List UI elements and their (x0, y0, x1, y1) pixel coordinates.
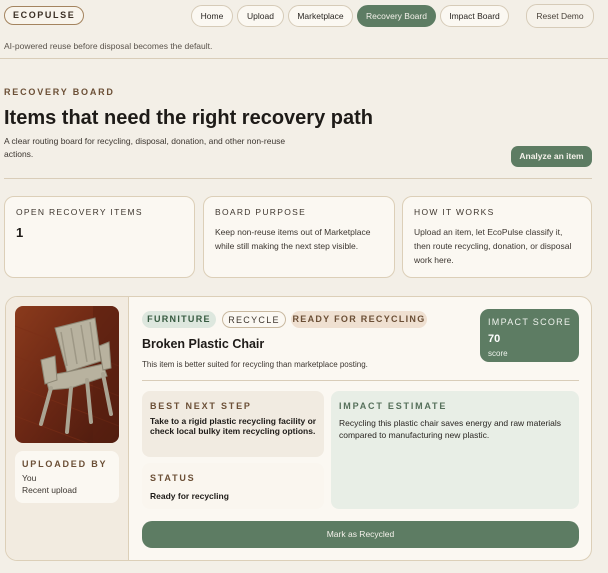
analyze-item-button[interactable]: Analyze an item (511, 146, 592, 167)
uploaded-by-box: UPLOADED BY You Recent upload (15, 451, 119, 503)
open-items-count: 1 (16, 225, 24, 240)
tagline: AI-powered reuse before disposal becomes… (4, 41, 213, 51)
mark-as-recycled-button[interactable]: Mark as Recycled (142, 521, 579, 548)
status-box: STATUS Ready for recycling (142, 463, 324, 509)
page-eyebrow: RECOVERY BOARD (4, 87, 115, 97)
open-items-card: OPEN RECOVERY ITEMS 1 (4, 196, 195, 278)
nav-upload[interactable]: Upload (237, 5, 284, 27)
next-step-box: BEST NEXT STEP Take to a rigid plastic r… (142, 391, 324, 457)
action-tag: RECYCLE (222, 311, 286, 328)
card-text: Keep non-reuse items out of Marketplace … (215, 227, 371, 251)
recovery-item-card: UPLOADED BY You Recent upload FURNITURE … (5, 296, 592, 561)
next-step-text: Take to a rigid plastic recycling facili… (150, 416, 317, 436)
card-label: OPEN RECOVERY ITEMS (16, 207, 143, 217)
divider (142, 380, 579, 381)
next-step-label: BEST NEXT STEP (150, 401, 252, 411)
impact-estimate-text: Recycling this plastic chair saves energ… (339, 418, 562, 440)
reset-demo-button[interactable]: Reset Demo (526, 4, 594, 28)
impact-score-badge: IMPACT SCORE 70 score (480, 309, 579, 362)
nav-home[interactable]: Home (191, 5, 233, 27)
nav-recovery-board[interactable]: Recovery Board (357, 5, 436, 27)
item-description: This item is better suited for recycling… (142, 360, 368, 369)
item-title: Broken Plastic Chair (142, 337, 265, 351)
uploader-name: You (22, 473, 37, 483)
impact-score-value: 70 (488, 333, 501, 345)
brand-logo[interactable]: ECOPULSE (4, 6, 85, 25)
impact-score-label: IMPACT SCORE (488, 317, 572, 327)
card-label: HOW IT WORKS (414, 207, 495, 217)
status-tag: READY FOR RECYCLING (291, 311, 427, 328)
nav-impact-board[interactable]: Impact Board (440, 5, 509, 27)
impact-estimate-box: IMPACT ESTIMATE Recycling this plastic c… (331, 391, 579, 509)
card-label: BOARD PURPOSE (215, 207, 307, 217)
status-text: Ready for recycling (150, 491, 229, 501)
how-it-works-card: HOW IT WORKS Upload an item, let EcoPuls… (402, 196, 592, 278)
status-label: STATUS (150, 473, 196, 483)
upload-time: Recent upload (22, 485, 77, 495)
uploaded-by-label: UPLOADED BY (22, 459, 108, 469)
page-title: Items that need the right recovery path (4, 107, 373, 129)
item-photo (15, 306, 119, 443)
category-tag: FURNITURE (142, 311, 216, 328)
item-sidebar: UPLOADED BY You Recent upload (6, 297, 129, 560)
board-purpose-card: BOARD PURPOSE Keep non-reuse items out o… (203, 196, 395, 278)
impact-estimate-label: IMPACT ESTIMATE (339, 401, 448, 411)
page-subtitle: A clear routing board for recycling, dis… (4, 136, 286, 159)
nav-marketplace[interactable]: Marketplace (288, 5, 353, 27)
divider (4, 178, 592, 179)
top-bar: ECOPULSE Home Upload Marketplace Recover… (0, 0, 608, 59)
card-text: Upload an item, let EcoPulse classify it… (414, 227, 572, 265)
impact-score-unit: score (488, 349, 508, 358)
plastic-chair-image (15, 306, 119, 443)
